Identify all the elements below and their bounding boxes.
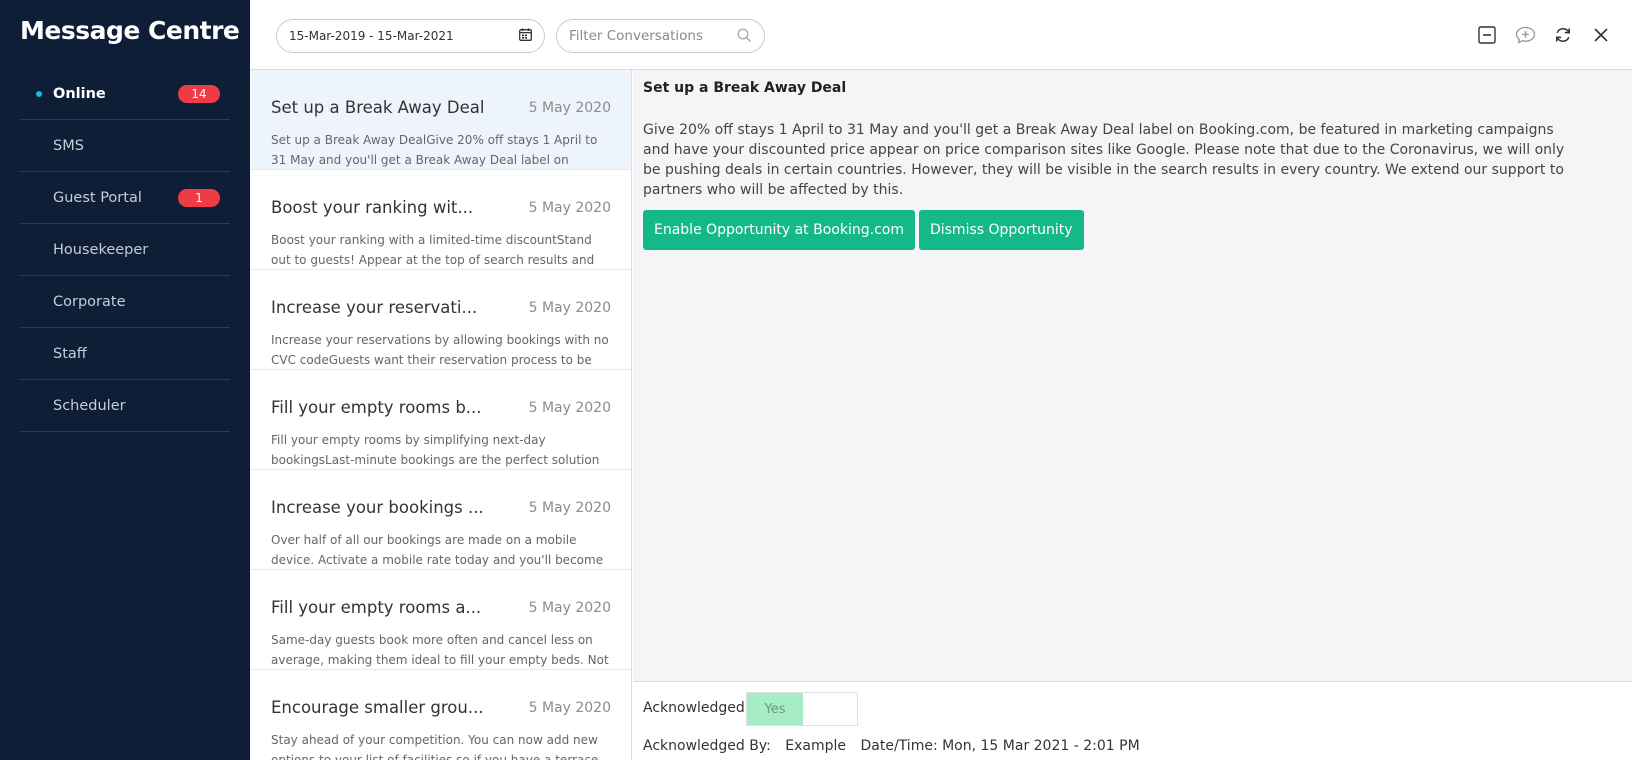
list-item[interactable]: Increase your reservati... 5 May 2020 In…: [250, 270, 631, 370]
acknowledgement-footer: Acknowledged: Yes Acknowledged By: Examp…: [633, 681, 1632, 760]
conversation-title: Encourage smaller grou...: [271, 698, 484, 717]
acknowledged-toggle[interactable]: Yes: [746, 692, 858, 726]
date-range-value: 15-Mar-2019 - 15-Mar-2021: [289, 29, 454, 43]
sidebar-item-label: Housekeeper: [53, 241, 149, 258]
acknowledged-by-row: Acknowledged By: Example Date/Time: Mon,…: [643, 738, 1150, 754]
refresh-icon[interactable]: [1552, 24, 1574, 46]
sidebar-nav: Online 14 SMS Guest Portal 1 Housekeeper…: [20, 68, 230, 432]
conversation-date: 5 May 2020: [528, 600, 611, 616]
conversation-preview: Over half of all our bookings are made o…: [271, 533, 604, 567]
conversation-date: 5 May 2020: [528, 200, 611, 216]
sidebar-item-label: Staff: [53, 345, 87, 362]
conversation-title: Fill your empty rooms a...: [271, 598, 482, 617]
acknowledged-label: Acknowledged:: [643, 700, 750, 716]
sidebar-item-label: SMS: [53, 137, 84, 154]
search-icon[interactable]: [737, 28, 752, 47]
acknowledged-datetime: Date/Time: Mon, 15 Mar 2021 - 2:01 PM: [860, 738, 1140, 754]
window-actions: [1476, 24, 1612, 46]
conversation-preview: Stay ahead of your competition. You can …: [271, 733, 599, 760]
sidebar-item-staff[interactable]: Staff: [20, 328, 230, 380]
sidebar: Message Centre Online 14 SMS Guest Porta…: [0, 0, 250, 760]
message-title: Set up a Break Away Deal: [643, 80, 847, 96]
new-message-icon[interactable]: [1514, 24, 1536, 46]
sidebar-item-label: Guest Portal: [53, 189, 142, 206]
conversation-preview: Set up a Break Away DealGive 20% off sta…: [271, 133, 598, 167]
conversation-title: Fill your empty rooms b...: [271, 398, 482, 417]
top-bar: 15-Mar-2019 - 15-Mar-2021: [250, 0, 1632, 70]
sidebar-item-sms[interactable]: SMS: [20, 120, 230, 172]
list-item[interactable]: Encourage smaller grou... 5 May 2020 Sta…: [250, 670, 631, 760]
conversation-date: 5 May 2020: [528, 100, 611, 116]
list-item[interactable]: Set up a Break Away Deal 5 May 2020 Set …: [250, 70, 631, 170]
sidebar-item-label: Scheduler: [53, 397, 126, 414]
conversation-date: 5 May 2020: [528, 700, 611, 716]
close-icon[interactable]: [1590, 24, 1612, 46]
enable-opportunity-button[interactable]: Enable Opportunity at Booking.com: [643, 210, 915, 250]
conversation-preview: Fill your empty rooms by simplifying nex…: [271, 433, 600, 467]
minimize-icon[interactable]: [1476, 24, 1498, 46]
conversation-title: Increase your bookings ...: [271, 498, 484, 517]
sidebar-item-label: Online: [53, 85, 106, 102]
filter-conversations: [556, 19, 765, 53]
conversation-preview: Increase your reservations by allowing b…: [271, 333, 609, 367]
sidebar-item-label: Corporate: [53, 293, 126, 310]
app-title: Message Centre: [20, 16, 240, 45]
message-body: Give 20% off stays 1 April to 31 May and…: [643, 122, 1565, 198]
conversation-title: Increase your reservati...: [271, 298, 478, 317]
list-item[interactable]: Fill your empty rooms b... 5 May 2020 Fi…: [250, 370, 631, 470]
action-buttons: Enable Opportunity at Booking.com Dismis…: [643, 210, 1084, 250]
dismiss-opportunity-button[interactable]: Dismiss Opportunity: [918, 210, 1084, 250]
list-item[interactable]: Fill your empty rooms a... 5 May 2020 Sa…: [250, 570, 631, 670]
list-item[interactable]: Increase your bookings ... 5 May 2020 Ov…: [250, 470, 631, 570]
list-item[interactable]: Boost your ranking wit... 5 May 2020 Boo…: [250, 170, 631, 270]
acknowledged-yes: Yes: [747, 693, 803, 725]
conversation-date: 5 May 2020: [528, 500, 611, 516]
calendar-icon: [519, 28, 532, 44]
conversation-preview: Boost your ranking with a limited-time d…: [271, 233, 595, 267]
sidebar-item-guest-portal[interactable]: Guest Portal 1: [20, 172, 230, 224]
sidebar-item-online[interactable]: Online 14: [20, 68, 230, 120]
acknowledged-by-label: Acknowledged By:: [643, 738, 771, 754]
conversation-title: Boost your ranking wit...: [271, 198, 474, 217]
acknowledged-by-value: Example: [785, 738, 847, 754]
sidebar-item-scheduler[interactable]: Scheduler: [20, 380, 230, 432]
conversation-list: Set up a Break Away Deal 5 May 2020 Set …: [250, 70, 632, 760]
conversation-date: 5 May 2020: [528, 300, 611, 316]
filter-conversations-input[interactable]: [569, 28, 729, 44]
unread-count-badge: 1: [178, 188, 220, 207]
sidebar-item-housekeeper[interactable]: Housekeeper: [20, 224, 230, 276]
date-range-picker[interactable]: 15-Mar-2019 - 15-Mar-2021: [276, 19, 545, 53]
message-detail: Set up a Break Away Deal Give 20% off st…: [633, 70, 1632, 681]
sidebar-item-corporate[interactable]: Corporate: [20, 276, 230, 328]
unread-count-badge: 14: [178, 84, 220, 103]
conversation-title: Set up a Break Away Deal: [271, 98, 485, 117]
conversation-preview: Same-day guests book more often and canc…: [271, 633, 609, 667]
conversation-date: 5 May 2020: [528, 400, 611, 416]
active-dot-icon: [36, 90, 42, 97]
